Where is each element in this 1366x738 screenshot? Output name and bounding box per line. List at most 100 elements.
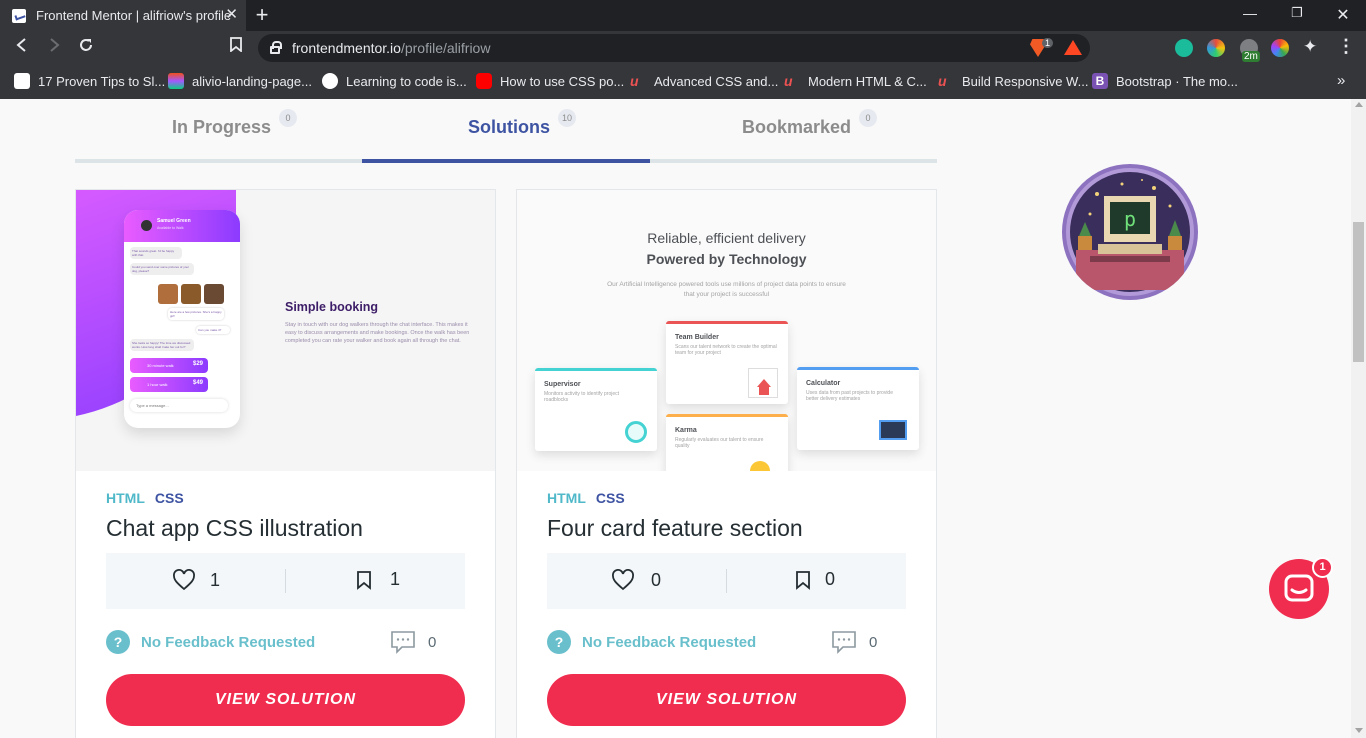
feature-card-team-builder: Team Builder Scans our talent network to…	[666, 321, 788, 404]
solution-title[interactable]: Chat app CSS illustration	[106, 515, 363, 542]
tab-bookmarked[interactable]: Bookmarked 0	[742, 109, 878, 138]
svg-text:p: p	[1124, 207, 1136, 231]
solution-preview-image[interactable]: Samuel Green Available to Walk That soun…	[76, 190, 495, 471]
udemy-icon: u	[784, 73, 793, 89]
bookmark-count: 0	[825, 569, 836, 589]
question-icon: ?	[547, 630, 571, 654]
comment-icon	[832, 631, 856, 654]
chat-message: She looks so happy! The time we discusse…	[130, 339, 194, 351]
tag-html[interactable]: HTML	[106, 490, 145, 506]
tab-count-badge: 10	[558, 109, 576, 127]
bookmark-item[interactable]: u Modern HTML & C...	[784, 73, 927, 89]
bookmark-item[interactable]: u Build Responsive W...	[938, 73, 1088, 89]
brave-rewards-icon[interactable]	[1064, 40, 1082, 55]
new-tab-icon[interactable]: +	[252, 3, 272, 27]
feature-card-supervisor: Supervisor Monitors activity to identify…	[535, 368, 657, 451]
tag-html[interactable]: HTML	[547, 490, 586, 506]
brave-shields-badge: 1	[1042, 38, 1054, 48]
bookmark-item[interactable]: alivio-landing-page...	[168, 73, 312, 89]
stats-divider	[285, 569, 286, 593]
browser-toolbar: frontendmentor.io/profile/alifriow 1 2m …	[0, 31, 1366, 65]
freecodecamp-icon	[322, 73, 338, 89]
profile-tabs: In Progress 0 Solutions 10 Bookmarked 0	[75, 99, 937, 164]
feedback-status: ? No Feedback Requested	[106, 630, 315, 654]
chat-message: Can you make it?	[196, 326, 230, 334]
chat-message: That sounds great. I'd be happy with tha…	[130, 247, 182, 259]
magnifier-icon	[625, 421, 647, 443]
solution-card: Samuel Green Available to Walk That soun…	[75, 189, 496, 738]
view-solution-button[interactable]: VIEW SOLUTION	[106, 674, 465, 726]
extension-colorpicker-icon[interactable]	[1271, 39, 1289, 57]
udemy-icon: u	[630, 73, 639, 89]
bookmark-item[interactable]: Learning to code is...	[322, 73, 467, 89]
extensions-puzzle-icon[interactable]: ✦	[1303, 37, 1317, 57]
pixel-computer-avatar-icon: p	[1066, 168, 1194, 296]
close-tab-icon[interactable]: ✕	[225, 6, 238, 24]
extension-timer-badge: 2m	[1242, 51, 1260, 62]
extension-color-icon[interactable]	[1207, 39, 1225, 57]
bookmark-item[interactable]: B Bootstrap · The mo...	[1092, 73, 1238, 89]
contact-status: Available to Walk	[157, 226, 184, 230]
tag-css[interactable]: CSS	[596, 490, 625, 506]
solution-preview-image[interactable]: Reliable, efficient delivery Powered by …	[517, 190, 936, 471]
active-tab-indicator	[362, 159, 650, 163]
extension-m-icon[interactable]	[1175, 39, 1193, 57]
close-window-icon[interactable]: ✕	[1332, 5, 1354, 25]
chat-notification-badge: 1	[1312, 557, 1333, 578]
feature-card-karma: Karma Regularly evaluates our talent to …	[666, 414, 788, 471]
comments-link[interactable]: 0	[390, 630, 436, 654]
bookmark-item[interactable]: How to use CSS po...	[476, 73, 624, 89]
offer-1hour: 1 hour walk $49	[130, 377, 208, 392]
bookmarks-overflow-icon[interactable]: »	[1337, 72, 1345, 89]
comment-count: 0	[428, 633, 437, 651]
comment-icon	[391, 631, 415, 654]
bookmark-button[interactable]: 0	[795, 569, 835, 590]
restore-icon[interactable]: ❐	[1286, 5, 1308, 21]
browser-menu-icon[interactable]: ⋮	[1337, 36, 1355, 56]
preview-body: Stay in touch with our dog walkers throu…	[285, 322, 470, 344]
lock-icon	[270, 41, 282, 54]
calculator-icon	[879, 420, 907, 440]
solution-title[interactable]: Four card feature section	[547, 515, 803, 542]
reload-icon[interactable]	[75, 37, 97, 60]
scroll-up-icon[interactable]	[1355, 102, 1363, 107]
tag-css[interactable]: CSS	[155, 490, 184, 506]
like-button[interactable]: 1	[172, 569, 220, 591]
comment-count: 0	[869, 633, 878, 651]
scroll-down-icon[interactable]	[1355, 728, 1363, 733]
preview-heading: Simple booking	[285, 300, 379, 314]
tag-list: HTML CSS	[106, 490, 184, 506]
bookmark-page-icon[interactable]	[225, 37, 247, 59]
tab-title: Frontend Mentor | alifriow's profile	[36, 8, 232, 23]
solution-card: Reliable, efficient delivery Powered by …	[516, 189, 937, 738]
bookmark-item[interactable]: u Advanced CSS and...	[630, 73, 778, 89]
preview-heading-light: Reliable, efficient delivery	[647, 230, 806, 246]
forward-icon[interactable]	[43, 37, 65, 59]
address-bar[interactable]: frontendmentor.io/profile/alifriow 1	[258, 34, 1090, 62]
tab-solutions[interactable]: Solutions 10	[468, 109, 576, 138]
profile-avatar[interactable]: p	[1062, 164, 1198, 300]
feature-card-calculator: Calculator Uses data from past projects …	[797, 367, 919, 450]
comments-link[interactable]: 0	[831, 630, 877, 654]
youtube-icon	[476, 73, 492, 89]
bookmark-item[interactable]: 17 Proven Tips to Sl...	[14, 73, 165, 89]
page-scrollbar[interactable]	[1351, 99, 1366, 738]
heart-icon	[612, 569, 634, 591]
bookmark-icon	[357, 570, 371, 590]
like-count: 0	[651, 569, 662, 590]
view-solution-button[interactable]: VIEW SOLUTION	[547, 674, 906, 726]
lightbulb-icon	[750, 461, 770, 471]
bookmark-button[interactable]: 1	[356, 569, 400, 590]
page-content: In Progress 0 Solutions 10 Bookmarked 0 …	[0, 99, 1366, 738]
team-builder-icon	[748, 368, 778, 398]
chat-message: Here are a few pictures. She's a happy g…	[168, 308, 224, 320]
bootstrap-icon: B	[1092, 73, 1108, 89]
tab-in-progress[interactable]: In Progress 0	[172, 109, 298, 138]
browser-tab[interactable]: Frontend Mentor | alifriow's profile ✕	[0, 0, 246, 31]
back-icon[interactable]	[11, 37, 33, 59]
minimize-icon[interactable]: —	[1239, 5, 1261, 21]
like-button[interactable]: 0	[611, 569, 661, 591]
heart-icon	[173, 569, 195, 591]
bookmarks-bar: 17 Proven Tips to Sl... alivio-landing-p…	[0, 65, 1366, 99]
scrollbar-thumb[interactable]	[1353, 222, 1364, 362]
